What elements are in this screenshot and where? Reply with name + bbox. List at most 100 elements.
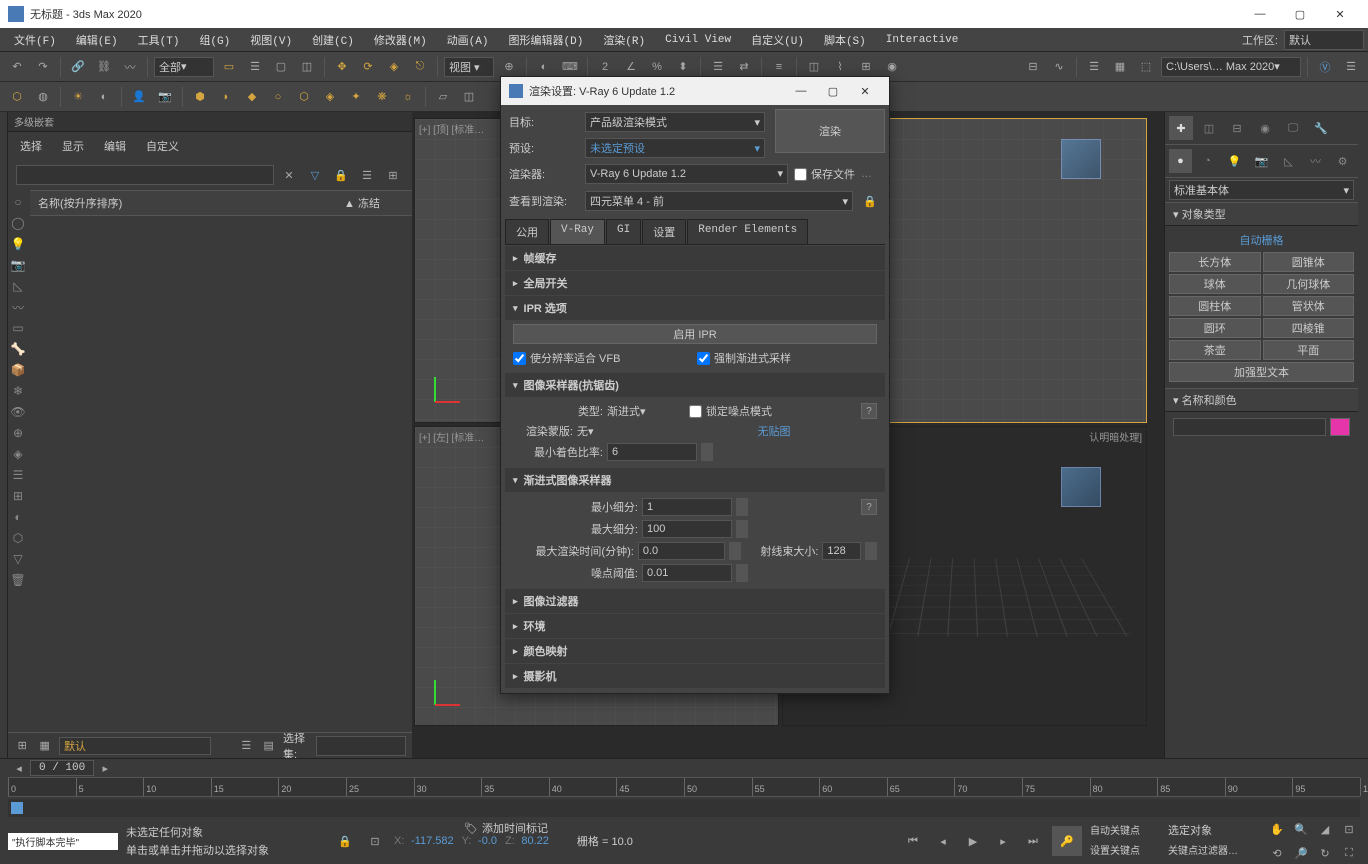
timetag-icon[interactable]: 🏷	[464, 822, 478, 835]
dialog-close-button[interactable]: ✕	[849, 77, 881, 105]
menu-file[interactable]: 文件(F)	[4, 29, 66, 51]
mask-combo[interactable]: 无▾	[577, 423, 667, 439]
systems-icon[interactable]: ⚙	[1331, 149, 1354, 173]
timetag-label[interactable]: 添加时间标记	[482, 820, 548, 836]
create-tab-icon[interactable]: ✚	[1169, 116, 1193, 140]
light3-icon[interactable]: ◆	[241, 86, 263, 108]
spinner-icon[interactable]	[736, 564, 748, 582]
menu-create[interactable]: 创建(C)	[302, 29, 364, 51]
textplus-button[interactable]: 加强型文本	[1169, 362, 1354, 382]
progressive-rollout[interactable]: 渐进式图像采样器	[505, 468, 885, 492]
dolly-icon[interactable]: 🔎	[1290, 842, 1312, 864]
force-prog-checkbox[interactable]: 强制渐进式采样	[697, 350, 877, 366]
lights-icon[interactable]: 💡	[1223, 149, 1246, 173]
fit-vfb-checkbox[interactable]: 使分辨率适合 VFB	[513, 350, 693, 366]
camera-filter-icon[interactable]: 📷	[8, 255, 28, 275]
light2-icon[interactable]: ◗	[215, 86, 237, 108]
camera-icon[interactable]: 📷	[154, 86, 176, 108]
light6-icon[interactable]: ◈	[319, 86, 341, 108]
hidden-filter-icon[interactable]: 👁	[8, 402, 28, 422]
isolate-icon[interactable]: ⊡	[364, 830, 386, 852]
object-paint-icon[interactable]: ◐	[93, 86, 115, 108]
menu-scripting[interactable]: 脚本(S)	[814, 29, 876, 51]
lock-selection-icon[interactable]: 🔒	[334, 830, 356, 852]
motion-tab-icon[interactable]: ◉	[1253, 116, 1277, 140]
light5-icon[interactable]: ⬡	[293, 86, 315, 108]
scene-tab-edit[interactable]: 编辑	[100, 136, 130, 156]
maximize-vp-icon[interactable]: ⛶	[1338, 842, 1360, 864]
scene-col-name[interactable]: 名称(按升序排序)	[38, 195, 344, 211]
goto-start-icon[interactable]: ⏮	[902, 830, 924, 852]
space-filter-icon[interactable]: 〰	[8, 297, 28, 317]
misc4-icon[interactable]: ⊞	[8, 486, 28, 506]
toggle-ribbon-icon[interactable]: ⊟	[1022, 56, 1044, 78]
workspace-combo[interactable]: 默认	[1284, 30, 1364, 50]
timeline-next-icon[interactable]: ▸	[94, 757, 116, 779]
dialog-minimize-button[interactable]: —	[785, 77, 817, 105]
unlink-icon[interactable]: ⛓	[93, 56, 115, 78]
clear-search-icon[interactable]: ✕	[278, 164, 300, 186]
zoom-icon[interactable]: 🔍	[1290, 818, 1312, 840]
scene-col-frozen[interactable]: ▲ 冻结	[344, 195, 404, 211]
utilities-tab-icon[interactable]: 🔧	[1309, 116, 1333, 140]
geometry-icon[interactable]: ●	[1169, 149, 1192, 173]
menu-animation[interactable]: 动画(A)	[437, 29, 499, 51]
roll-icon[interactable]: ↻	[1314, 842, 1336, 864]
scale-icon[interactable]: ◈	[383, 56, 405, 78]
pivot-icon[interactable]: ⊕	[498, 56, 520, 78]
filter-rollout[interactable]: 图像过滤器	[505, 589, 885, 613]
scene-ftr-icon1[interactable]: ⊞	[14, 735, 31, 757]
light9-icon[interactable]: ☼	[397, 86, 419, 108]
misc2-icon[interactable]: ◈	[8, 444, 28, 464]
bind-icon[interactable]: 〰	[119, 56, 141, 78]
key-track[interactable]	[8, 799, 1360, 817]
dialog-maximize-button[interactable]: ▢	[817, 77, 849, 105]
manip-icon[interactable]: ◐	[533, 56, 555, 78]
helpers-icon[interactable]: ◺	[1277, 149, 1300, 173]
modeling-icon[interactable]: ⬡	[6, 86, 28, 108]
render-setup-icon[interactable]: ⬚	[1135, 56, 1157, 78]
prev-frame-icon[interactable]: ◂	[932, 830, 954, 852]
list-icon[interactable]: ☰	[356, 164, 378, 186]
modify-tab-icon[interactable]: ◫	[1197, 116, 1221, 140]
helper-filter-icon[interactable]: ◺	[8, 276, 28, 296]
geosphere-button[interactable]: 几何球体	[1263, 274, 1355, 294]
next-frame-icon[interactable]: ▸	[992, 830, 1014, 852]
dialog-titlebar[interactable]: 渲染设置: V-Ray 6 Update 1.2 — ▢ ✕	[501, 77, 889, 105]
timeline-prev-icon[interactable]: ◂	[8, 757, 30, 779]
lock-noise-checkbox[interactable]: 锁定噪点模式	[689, 403, 772, 419]
curve-editor-icon[interactable]: ⌇	[829, 56, 851, 78]
container-filter-icon[interactable]: 📦	[8, 360, 28, 380]
move-icon[interactable]: ✥	[331, 56, 353, 78]
light4-icon[interactable]: ○	[267, 86, 289, 108]
project-path[interactable]: C:\Users\… Max 2020 ▾	[1161, 57, 1301, 77]
menu-rendering[interactable]: 渲染(R)	[593, 29, 655, 51]
tube-button[interactable]: 管状体	[1263, 296, 1355, 316]
selset-icon1[interactable]: ☰	[238, 735, 255, 757]
geom-filter-icon[interactable]: ○	[8, 192, 28, 212]
vray-icon[interactable]: Ⓥ	[1314, 56, 1336, 78]
menu-modifiers[interactable]: 修改器(M)	[364, 29, 437, 51]
spinner-snap-icon[interactable]: ⬍	[672, 56, 694, 78]
scene-ftr-input[interactable]	[59, 737, 211, 755]
scene-search-input[interactable]	[16, 165, 274, 185]
shape2-icon[interactable]: ◫	[458, 86, 480, 108]
play-icon[interactable]: ▶	[962, 830, 984, 852]
maximize-button[interactable]: ▢	[1280, 0, 1320, 28]
noise-input[interactable]: 0.01	[642, 564, 732, 582]
keyboard-icon[interactable]: ⌨	[559, 56, 581, 78]
layer-icon[interactable]: ◫	[803, 56, 825, 78]
misc6-icon[interactable]: ⬡	[8, 528, 28, 548]
layers-icon[interactable]: ☰	[1083, 56, 1105, 78]
help-icon[interactable]: ?	[861, 499, 877, 515]
menu-customize[interactable]: 自定义(U)	[741, 29, 814, 51]
renderer-combo[interactable]: V-Ray 6 Update 1.2▾	[585, 164, 788, 184]
freeform-icon[interactable]: ◍	[32, 86, 54, 108]
tab-common[interactable]: 公用	[505, 219, 549, 244]
misc8-icon[interactable]: 🗑	[8, 570, 28, 590]
misc5-icon[interactable]: ◐	[8, 507, 28, 527]
camera-rollout[interactable]: 摄影机	[505, 664, 885, 688]
lock-view-icon[interactable]: 🔒	[859, 190, 881, 212]
object-type-rollout[interactable]: ▾ 对象类型	[1165, 202, 1358, 226]
env-rollout[interactable]: 环境	[505, 614, 885, 638]
